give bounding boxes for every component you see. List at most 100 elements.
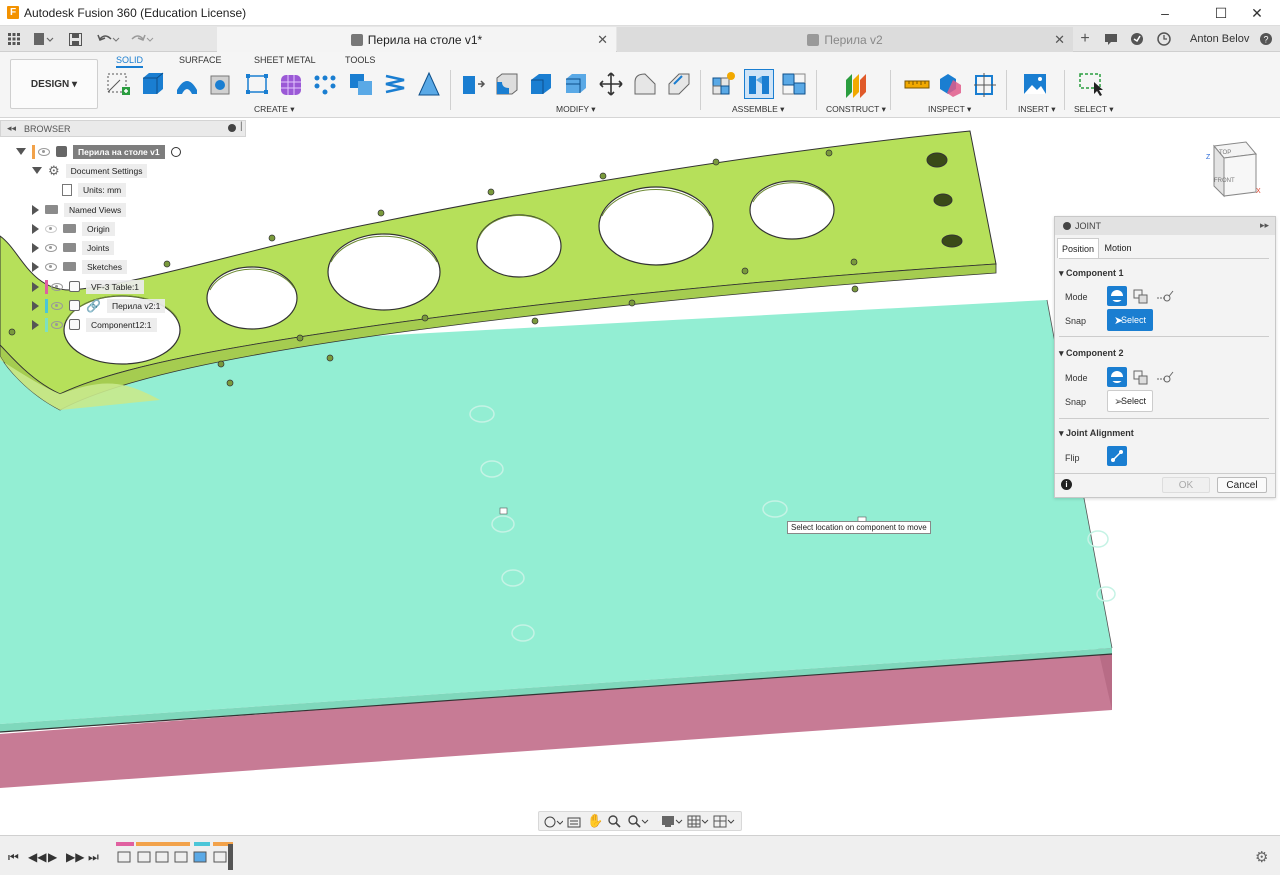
fit-zoom-icon[interactable]: [627, 814, 649, 829]
component-2-select-button[interactable]: ➢ Select: [1107, 390, 1153, 412]
measure-icon[interactable]: [904, 70, 930, 98]
browser-item-units[interactable]: Units: mm: [62, 181, 127, 198]
collapse-icon[interactable]: [32, 167, 42, 174]
browser-item-named-views[interactable]: Named Views: [32, 201, 127, 218]
as-built-joint-icon[interactable]: [781, 70, 807, 98]
expand-icon[interactable]: [32, 242, 39, 253]
mode-between-two-faces-icon[interactable]: [1131, 367, 1151, 387]
interference-icon[interactable]: [938, 70, 964, 98]
visibility-eye-icon[interactable]: [51, 301, 63, 310]
step-back-icon[interactable]: ◀◀: [28, 850, 46, 864]
activate-radio-icon[interactable]: [170, 146, 181, 157]
minimize-button[interactable]: –: [1142, 0, 1188, 26]
hole-icon[interactable]: [208, 70, 234, 98]
mode-two-edge-intersection-icon[interactable]: [1155, 367, 1175, 387]
go-to-start-icon[interactable]: ⏮: [8, 850, 19, 865]
dialog-options-icon[interactable]: [1063, 222, 1071, 230]
insert-group-label[interactable]: INSERT ▾: [1018, 104, 1056, 115]
tab-perila-na-stole[interactable]: Перила на столе v1* ✕: [217, 27, 616, 52]
step-forward-icon[interactable]: ▶▶: [66, 850, 84, 864]
close-tab-icon[interactable]: ✕: [1054, 32, 1065, 48]
expand-icon[interactable]: [32, 300, 39, 311]
tab-perila-v2[interactable]: Перила v2 ✕: [617, 27, 1073, 52]
select-group-label[interactable]: SELECT ▾: [1074, 104, 1114, 115]
collapse-icon[interactable]: [16, 148, 26, 155]
offset-plane-icon[interactable]: [842, 70, 868, 98]
move-copy-icon[interactable]: [598, 70, 624, 98]
visibility-eye-icon[interactable]: [45, 224, 57, 233]
viewcube-front-label[interactable]: FRONT: [1214, 178, 1235, 184]
press-pull-icon[interactable]: [460, 70, 486, 98]
user-account-name[interactable]: Anton Belov: [1190, 33, 1249, 45]
component-2-section[interactable]: ▾ Component 2: [1059, 348, 1124, 359]
play-icon[interactable]: ▶: [48, 850, 57, 864]
redo-icon[interactable]: [128, 29, 156, 49]
mode-two-edge-intersection-icon[interactable]: [1155, 286, 1175, 306]
collapse-browser-icon[interactable]: ◂◂: [7, 123, 16, 134]
cancel-button[interactable]: Cancel: [1217, 477, 1267, 493]
save-icon[interactable]: [66, 29, 84, 49]
visibility-eye-icon[interactable]: [51, 282, 63, 291]
zoom-icon[interactable]: [607, 814, 621, 829]
rectangle-pattern-icon[interactable]: [244, 70, 270, 98]
flip-button[interactable]: [1107, 446, 1127, 466]
insert-image-icon[interactable]: [1022, 70, 1048, 98]
go-to-end-icon[interactable]: ⏭: [88, 850, 99, 865]
info-icon[interactable]: i: [1061, 479, 1072, 490]
coil-icon[interactable]: [382, 70, 408, 98]
close-window-button[interactable]: ✕: [1234, 0, 1280, 26]
expand-icon[interactable]: [32, 281, 39, 292]
expand-icon[interactable]: [32, 261, 39, 272]
job-status-icon[interactable]: [1128, 29, 1146, 49]
visibility-eye-icon[interactable]: [51, 320, 63, 329]
expand-dialog-icon[interactable]: ▸▸: [1260, 220, 1269, 231]
section-analysis-icon[interactable]: [972, 70, 998, 98]
component-1-select-button[interactable]: ➤ Select: [1107, 309, 1153, 331]
new-component-icon[interactable]: [710, 70, 736, 98]
grid-settings-icon[interactable]: [687, 814, 709, 829]
look-at-icon[interactable]: [567, 814, 581, 829]
undo-icon[interactable]: [94, 29, 122, 49]
timeline-marker[interactable]: [228, 844, 233, 870]
tab-sheet-metal[interactable]: SHEET METAL: [254, 55, 316, 65]
extrude-icon[interactable]: [140, 70, 166, 98]
viewports-icon[interactable]: [713, 814, 735, 829]
expand-icon[interactable]: [32, 319, 39, 330]
file-menu-icon[interactable]: [30, 29, 56, 49]
component-1-section[interactable]: ▾ Component 1: [1059, 268, 1124, 279]
notifications-icon[interactable]: [1102, 29, 1120, 49]
mode-between-two-faces-icon[interactable]: [1131, 286, 1151, 306]
construct-group-label[interactable]: CONSTRUCT ▾: [826, 104, 886, 115]
browser-item-document-settings[interactable]: ⚙ Document Settings: [32, 162, 148, 179]
new-tab-plus-icon[interactable]: +: [1076, 29, 1094, 49]
loft-icon[interactable]: [416, 70, 442, 98]
revolve-icon[interactable]: [174, 70, 200, 98]
expand-icon[interactable]: [32, 223, 39, 234]
split-face-icon[interactable]: [632, 70, 658, 98]
joint-icon[interactable]: [744, 69, 774, 99]
expand-icon[interactable]: [32, 204, 39, 215]
browser-pin-icon[interactable]: |: [240, 121, 243, 132]
browser-item-sketches[interactable]: Sketches: [32, 258, 127, 275]
tab-surface[interactable]: SURFACE: [179, 55, 222, 65]
fillet-icon[interactable]: [494, 70, 520, 98]
browser-item-component12[interactable]: Component12:1: [32, 316, 157, 333]
help-icon[interactable]: ?: [1258, 29, 1274, 49]
create-group-label[interactable]: CREATE ▾: [254, 104, 294, 115]
display-settings-icon[interactable]: [661, 814, 683, 829]
chamfer-icon[interactable]: [528, 70, 554, 98]
mode-simple-button[interactable]: [1107, 286, 1127, 306]
shell-icon[interactable]: [563, 70, 589, 98]
visibility-eye-icon[interactable]: [45, 262, 57, 271]
inspect-group-label[interactable]: INSPECT ▾: [928, 104, 971, 115]
create-sketch-icon[interactable]: [106, 70, 132, 98]
tab-motion[interactable]: Motion: [1099, 238, 1137, 258]
browser-options-icon[interactable]: [228, 124, 236, 132]
tab-solid[interactable]: SOLID: [116, 55, 144, 68]
pattern-icon[interactable]: [312, 70, 338, 98]
close-tab-icon[interactable]: ✕: [597, 32, 608, 48]
browser-item-root[interactable]: Перила на столе v1: [16, 143, 181, 160]
help-clock-icon[interactable]: [1155, 29, 1173, 49]
visibility-eye-icon[interactable]: [38, 147, 50, 156]
create-form-icon[interactable]: [278, 70, 304, 98]
